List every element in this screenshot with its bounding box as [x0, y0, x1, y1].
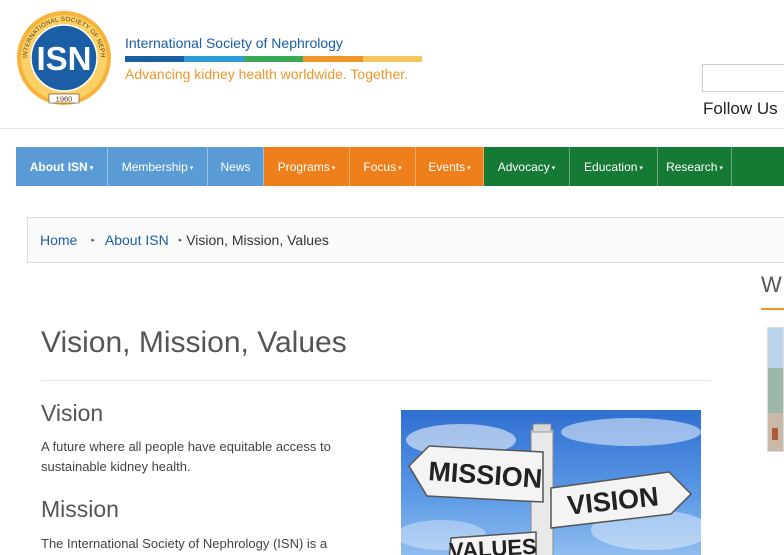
nav-item-advocacy[interactable]: Advocacy ▾: [484, 147, 570, 186]
breadcrumb-about-isn[interactable]: About ISN: [105, 232, 169, 248]
caret-down-icon: ▾: [331, 164, 336, 172]
breadcrumb-separator-icon: ▸: [91, 237, 95, 244]
nav-item-education[interactable]: Education ▾: [570, 147, 658, 186]
search-input[interactable]: [702, 64, 784, 92]
nav-item-news[interactable]: News: [208, 147, 264, 186]
stripe-segment: [184, 56, 244, 62]
caret-down-icon: ▾: [398, 164, 402, 172]
nav-item-programs[interactable]: Programs ▾: [264, 147, 350, 186]
svg-text:VALUES: VALUES: [449, 534, 538, 555]
nav-item-label: News: [220, 159, 251, 174]
page-title: Vision, Mission, Values: [41, 326, 347, 359]
nav-item-label: Research: [666, 159, 718, 174]
isn-logo[interactable]: INTERNATIONAL SOCIETY OF NEPHROLOGY ISN …: [13, 5, 112, 106]
brand-color-stripe: [125, 56, 423, 62]
caret-down-icon: ▾: [189, 164, 194, 172]
tagline: Advancing kidney health worldwide. Toget…: [125, 66, 409, 82]
vision-text: A future where all people have equitable…: [41, 439, 331, 474]
nav-item-events[interactable]: Events ▾: [416, 147, 484, 186]
header-divider: [0, 128, 784, 129]
sidebar-thumbnail-image[interactable]: [767, 327, 784, 452]
caret-down-icon: ▾: [467, 164, 471, 172]
nav-item-label: Events: [428, 159, 466, 174]
nav-item-label: Focus: [363, 159, 397, 174]
nav-item-focus[interactable]: Focus ▾: [350, 147, 416, 186]
nav-item-label: Advocacy: [497, 159, 550, 174]
nav-item-label: About ISN: [29, 159, 88, 174]
caret-down-icon: ▾: [719, 164, 723, 172]
nav-item-research[interactable]: Research ▾: [658, 147, 732, 186]
title-divider: [41, 380, 711, 381]
mission-text: The International Society of Nephrology …: [41, 536, 328, 551]
stripe-segment: [362, 56, 423, 62]
nav-filler: [732, 147, 784, 186]
org-name[interactable]: International Society of Nephrology: [125, 35, 343, 51]
stripe-segment: [243, 56, 304, 62]
caret-down-icon: ▾: [639, 164, 643, 172]
vision-heading: Vision: [41, 400, 104, 426]
nav-item-about-isn[interactable]: About ISN ▾: [16, 147, 108, 186]
svg-text:1960: 1960: [56, 95, 73, 104]
breadcrumb-separator-icon: ▸: [178, 237, 183, 244]
caret-down-icon: ▾: [89, 164, 94, 172]
stripe-segment: [125, 56, 185, 62]
sidebar-heading-underline: [761, 308, 784, 310]
sidebar-heading: W: [761, 272, 782, 297]
nav-item-label: Education: [584, 159, 638, 174]
svg-text:ISN: ISN: [36, 40, 91, 77]
mission-vision-values-signpost-image: MISSION VISION VALUES: [401, 410, 701, 555]
breadcrumb: Home ▸ About ISN ▸ Vision, Mission, Valu…: [27, 217, 784, 263]
follow-us-label: Follow Us: [703, 99, 778, 118]
nav-item-label: Membership: [121, 159, 188, 174]
main-nav: About ISN ▾ Membership ▾ News Programs ▾ Focus ▾…: [16, 147, 784, 186]
caret-down-icon: ▾: [551, 164, 556, 172]
stripe-segment: [303, 56, 363, 62]
breadcrumb-home[interactable]: Home: [40, 232, 77, 248]
nav-item-label: Programs: [277, 159, 330, 174]
breadcrumb-current: Vision, Mission, Values: [186, 232, 329, 248]
nav-item-membership[interactable]: Membership ▾: [108, 147, 208, 186]
mission-heading: Mission: [41, 496, 119, 522]
